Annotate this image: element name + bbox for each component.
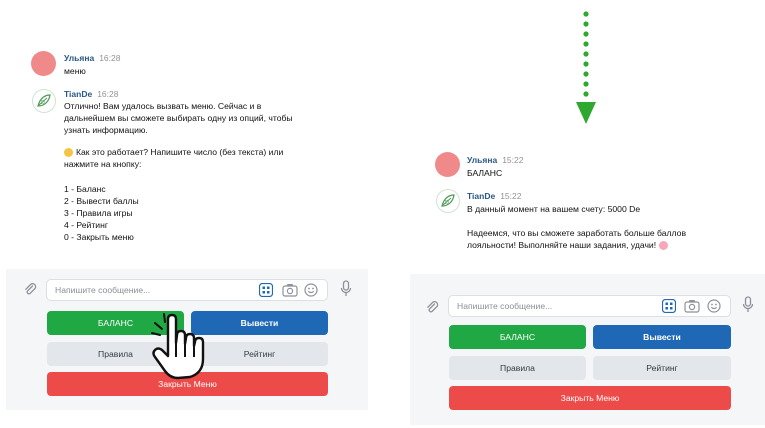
thinking-emoji-icon bbox=[64, 148, 73, 157]
message-meta: TianDe 15:22 bbox=[467, 191, 521, 201]
message-line: узнать информацию. bbox=[64, 125, 148, 135]
pointing-hand-icon bbox=[151, 313, 205, 380]
composer: Напишите сообщение... БАЛАНС Вывести Пра… bbox=[410, 287, 765, 425]
message-meta: Ульяна 16:28 bbox=[64, 53, 120, 63]
camera-icon[interactable] bbox=[684, 299, 700, 313]
svg-text:D: D bbox=[445, 200, 449, 206]
sender-name[interactable]: TianDe bbox=[467, 191, 495, 201]
rules-button[interactable]: Правила bbox=[449, 356, 586, 380]
message-list: Ульяна 16:28 меню D TianDe 16:28 Отлично! … bbox=[6, 45, 368, 269]
message-time: 16:28 bbox=[99, 53, 121, 63]
message-line: Как это работает? Напишите число (без те… bbox=[76, 147, 284, 157]
message-time: 15:22 bbox=[502, 155, 524, 165]
message-line: лояльности! Выполняйте наши задания, уда… bbox=[467, 240, 657, 250]
message-text: БАЛАНС bbox=[467, 168, 503, 178]
microphone-icon[interactable] bbox=[340, 280, 352, 298]
message-time: 15:22 bbox=[500, 191, 522, 201]
menu-option: 1 - Баланс bbox=[64, 184, 106, 194]
message-line: Надеемся, что вы сможете заработать боль… bbox=[467, 228, 687, 238]
message-meta: TianDe 16:28 bbox=[64, 89, 118, 99]
message-text: меню bbox=[64, 66, 86, 76]
paperclip-icon[interactable] bbox=[23, 282, 37, 296]
keyboard-grid-icon[interactable] bbox=[259, 283, 273, 297]
menu-option: 2 - Вывести баллы bbox=[64, 196, 139, 206]
bot-avatar[interactable]: D bbox=[436, 189, 460, 213]
tiande-logo-icon: D bbox=[441, 194, 455, 207]
message-list: Ульяна 15:22 БАЛАНС D TianDe 15:22 В данны… bbox=[410, 147, 765, 274]
message-line: дальнейшем вы сможете выбирать одну из о… bbox=[64, 113, 293, 123]
camera-icon[interactable] bbox=[282, 283, 298, 297]
message-line: В данный момент на вашем счету: 5000 De bbox=[467, 204, 641, 214]
svg-text:D: D bbox=[41, 100, 45, 106]
chat-panel-balance: Ульяна 15:22 БАЛАНС D TianDe 15:22 В данны… bbox=[410, 147, 765, 425]
balance-button[interactable]: БАЛАНС bbox=[449, 325, 586, 349]
sender-name[interactable]: Ульяна bbox=[467, 155, 497, 165]
sender-name[interactable]: Ульяна bbox=[64, 53, 94, 63]
microphone-icon[interactable] bbox=[742, 296, 754, 314]
message-time: 16:28 bbox=[97, 89, 119, 99]
dotted-down-arrow-icon bbox=[576, 11, 596, 124]
menu-option: 0 - Закрыть меню bbox=[64, 232, 134, 242]
rating-button[interactable]: Рейтинг bbox=[191, 342, 328, 366]
withdraw-button[interactable]: Вывести bbox=[191, 311, 328, 335]
message-line: нажмите на кнопку: bbox=[64, 159, 142, 169]
menu-option: 3 - Правила игры bbox=[64, 208, 133, 218]
withdraw-button[interactable]: Вывести bbox=[593, 325, 731, 349]
message-line: Отлично! Вам удалось вызвать меню. Сейча… bbox=[64, 101, 262, 111]
smiley-icon[interactable] bbox=[707, 299, 721, 313]
menu-option: 4 - Рейтинг bbox=[64, 220, 108, 230]
avatar[interactable] bbox=[435, 152, 460, 177]
sender-name[interactable]: TianDe bbox=[64, 89, 92, 99]
avatar[interactable] bbox=[31, 51, 56, 76]
tiande-logo-icon: D bbox=[37, 94, 51, 107]
paperclip-icon[interactable] bbox=[425, 300, 439, 314]
keyboard-grid-icon[interactable] bbox=[662, 299, 676, 313]
message-meta: Ульяна 15:22 bbox=[467, 155, 523, 165]
rating-button[interactable]: Рейтинг bbox=[593, 356, 731, 380]
flower-emoji-icon bbox=[659, 241, 668, 250]
smiley-icon[interactable] bbox=[304, 283, 318, 297]
close-menu-button[interactable]: Закрыть Меню bbox=[449, 386, 731, 410]
bot-avatar[interactable]: D bbox=[32, 89, 56, 113]
